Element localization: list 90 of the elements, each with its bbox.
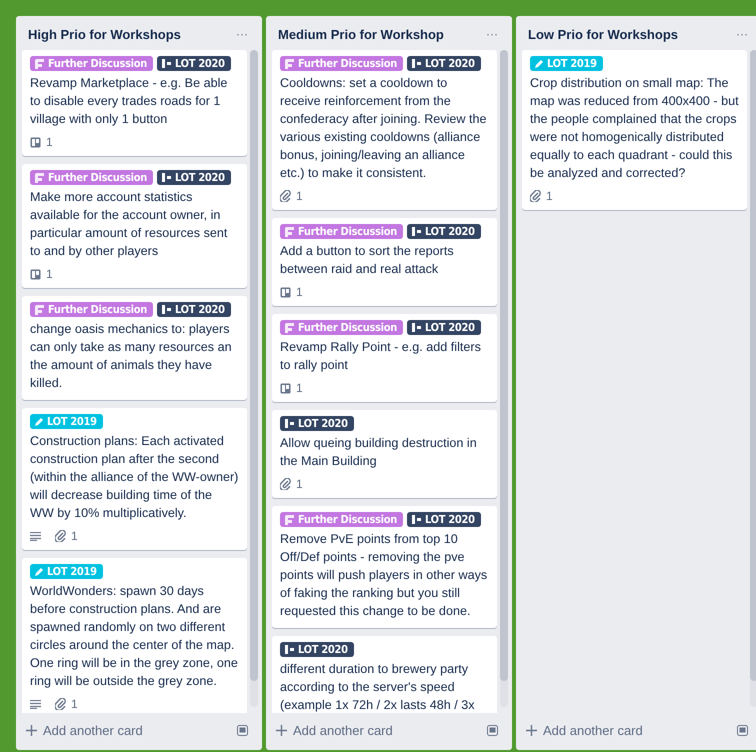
template-icon[interactable]: [737, 725, 748, 736]
pencil-icon: [34, 416, 44, 426]
bracket-icon: [284, 644, 295, 655]
card[interactable]: LOT 2020 different duration to brewery party according to the server's speed (example 1x 72h / 2x lasts 48h / 3x: [272, 636, 497, 713]
tag-icon: [284, 58, 295, 69]
paperclip-icon: [280, 478, 291, 490]
list-title[interactable]: Low Prio for Workshops: [528, 26, 678, 42]
tag-icon: [34, 58, 45, 69]
list-menu-button[interactable]: ···: [482, 27, 502, 41]
description-icon: [30, 532, 41, 540]
plus-icon: [526, 725, 537, 736]
bracket-icon: [284, 418, 295, 429]
list-menu-button[interactable]: ···: [732, 27, 752, 41]
card-label[interactable]: LOT 2020: [157, 170, 231, 185]
badge-count: 1: [296, 381, 303, 395]
plus-icon: [276, 725, 287, 736]
card-label[interactable]: LOT 2020: [280, 416, 354, 431]
card[interactable]: [22, 558, 247, 713]
card[interactable]: [522, 50, 747, 210]
card-title: Cooldowns: set a cooldown to receive reinforcement from the confederacy after joining. Review the various existing cooldowns (alliance bonus, joining/leaving an alliance etc.) to make it consistent.: [280, 75, 488, 182]
scrollbar-thumb[interactable]: [250, 50, 258, 681]
bracket-icon: [411, 322, 422, 333]
scrollbar-thumb[interactable]: [500, 50, 508, 681]
card-title: different duration to brewery party according to the server's speed (example 1x 72h / 2x lasts 48h / 3x: [280, 661, 476, 713]
card[interactable]: Further Discussion LOT 2020 Make more account statistics available for the account owner, in particular amount of resources sent to and by other players 1: [22, 164, 247, 288]
card-title: Crop distribution on small map: The map was reduced from 400x400 - but the people complained that the crops were not homogenically distributed equally to each quadrant - could this be analyzed and corrected?: [530, 75, 739, 182]
tag-icon: [284, 226, 295, 237]
board-icon: [280, 382, 291, 394]
add-card-button[interactable]: Add another card: [276, 719, 393, 742]
paperclip-icon: [530, 190, 541, 202]
card-title: Allow queing building destruction in the Main Building: [280, 435, 478, 470]
bracket-icon: [411, 514, 422, 525]
badge-count: 1: [296, 189, 303, 203]
template-icon[interactable]: [237, 725, 248, 736]
card-label[interactable]: LOT 2020: [280, 642, 354, 657]
card-title: WorldWonders: spawn 30 days before construction plans. And are spawned randomly on two different circles around the center of the map. One ring will be in the grey zone, one ring will be outside the grey zone.: [30, 583, 239, 690]
plus-icon: [26, 725, 37, 736]
paperclip-icon: [280, 190, 291, 202]
badge-count: 1: [296, 285, 303, 299]
card-label[interactable]: LOT 2020: [157, 302, 231, 317]
badge-count: 1: [46, 267, 53, 281]
board-icon: [280, 286, 291, 298]
list-menu-button[interactable]: ···: [232, 27, 252, 41]
tag-icon: [34, 304, 45, 315]
bracket-icon: [161, 58, 172, 69]
card[interactable]: LOT 2019 Construction plans: Each activated construction plan after the second (within the alliance of the WW-owner) will decrease building time of the WW by 10% multiplicatively. 1: [22, 408, 247, 550]
card-title: Make more account statistics available for the account owner, in particular amount of resources sent to and by other players: [30, 189, 228, 260]
scrollbar-thumb[interactable]: [750, 50, 756, 681]
card-title: change oasis mechanics to: players can only take as many resources an the amount of animals they have killed.: [30, 321, 233, 392]
description-icon: [30, 700, 41, 708]
bracket-icon: [411, 226, 422, 237]
add-card-button[interactable]: Add another card: [26, 719, 143, 742]
card-title: Revamp Rally Point - e.g. add filters to rally point: [280, 339, 482, 374]
badge-count: 1: [546, 189, 553, 203]
pencil-icon: [534, 58, 544, 68]
tag-icon: [284, 514, 295, 525]
card-label[interactable]: LOT 2020: [407, 512, 481, 527]
badge-count: 1: [71, 697, 78, 711]
card-title: Revamp Marketplace - e.g. Be able to disable every trades roads for 1 village with only 1 button: [30, 75, 228, 128]
card-title: Construction plans: Each activated construction plan after the second (within the alliance of the WW-owner) will decrease building time of the WW by 10% multiplicatively.: [30, 433, 239, 522]
badge-count: 1: [71, 529, 78, 543]
bracket-icon: [161, 304, 172, 315]
list-title[interactable]: Medium Prio for Workshop: [278, 26, 444, 42]
pencil-icon: [34, 566, 44, 576]
card-label[interactable]: LOT 2020: [407, 224, 481, 239]
paperclip-icon: [55, 698, 66, 710]
bracket-icon: [161, 172, 172, 183]
template-icon[interactable]: [487, 725, 498, 736]
card[interactable]: Further Discussion LOT 2020 Remove PvE points from top 10 Off/Def points - removing the pve points will push players in other ways of faking the ranking but you still requested this change to be done.: [272, 506, 497, 628]
card[interactable]: Further Discussion LOT 2020 change oasis mechanics to: players can only take as many resources an the amount of animals they have killed.: [22, 296, 247, 400]
card[interactable]: LOT 2020 Allow queing building destruction in the Main Building 1: [272, 410, 497, 498]
paperclip-icon: [55, 530, 66, 542]
tag-icon: [284, 322, 295, 333]
card-label[interactable]: LOT 2020: [157, 56, 231, 71]
card-label[interactable]: LOT 2020: [407, 320, 481, 335]
list-title[interactable]: High Prio for Workshops: [28, 26, 181, 42]
card[interactable]: Further Discussion LOT 2020 Add a button to sort the reports between raid and real attack 1: [272, 218, 497, 306]
bracket-icon: [411, 58, 422, 69]
badge-count: 1: [46, 135, 53, 149]
add-card-button[interactable]: Add another card: [526, 719, 643, 742]
card-label[interactable]: LOT 2020: [407, 56, 481, 71]
board-icon: [30, 268, 41, 280]
tag-icon: [34, 172, 45, 183]
board-icon: [30, 136, 41, 148]
card-title: Add a button to sort the reports between raid and real attack: [280, 243, 455, 278]
card[interactable]: Further Discussion LOT 2020 Revamp Rally Point - e.g. add filters to rally point 1: [272, 314, 497, 402]
badge-count: 1: [296, 477, 303, 491]
card[interactable]: Further Discussion LOT 2020 Revamp Marketplace - e.g. Be able to disable every trades roads for 1 village with only 1 button 1: [22, 50, 247, 156]
card[interactable]: [272, 50, 497, 210]
card-title: Remove PvE points from top 10 Off/Def points - removing the pve points will push players in other ways of faking the ranking but you still requested this change to be done.: [280, 531, 488, 620]
